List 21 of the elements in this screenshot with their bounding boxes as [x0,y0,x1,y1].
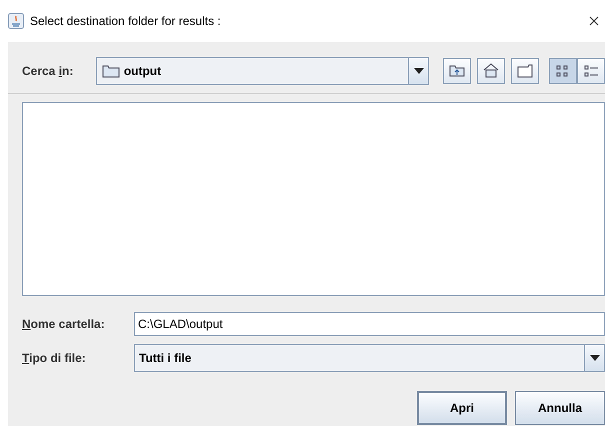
list-view-button[interactable] [549,58,577,84]
folder-icon [102,64,120,78]
folder-name-label: Nome cartella: [22,316,106,333]
app-icon [8,13,24,29]
file-type-label: Tipo di file: [22,350,87,367]
look-in-label: Cerca in: [22,63,74,80]
caret-icon [414,68,424,74]
caret-icon [590,355,600,361]
look-in-dropdown[interactable]: output [96,57,429,85]
cancel-button[interactable]: Annulla [515,391,605,425]
open-button[interactable]: Apri [417,391,507,425]
home-icon [482,62,500,80]
close-icon[interactable] [589,16,599,26]
folder-icon [516,62,534,80]
folder-button[interactable] [511,58,539,84]
window-title: Select destination folder for results : [30,13,221,30]
file-type-dropdown[interactable]: Tutti i file [134,344,605,372]
home-button[interactable] [477,58,505,84]
folder-name-field[interactable]: C:\GLAD\output [134,312,605,336]
details-view-button[interactable] [577,58,605,84]
folder-up-button[interactable] [443,58,471,84]
